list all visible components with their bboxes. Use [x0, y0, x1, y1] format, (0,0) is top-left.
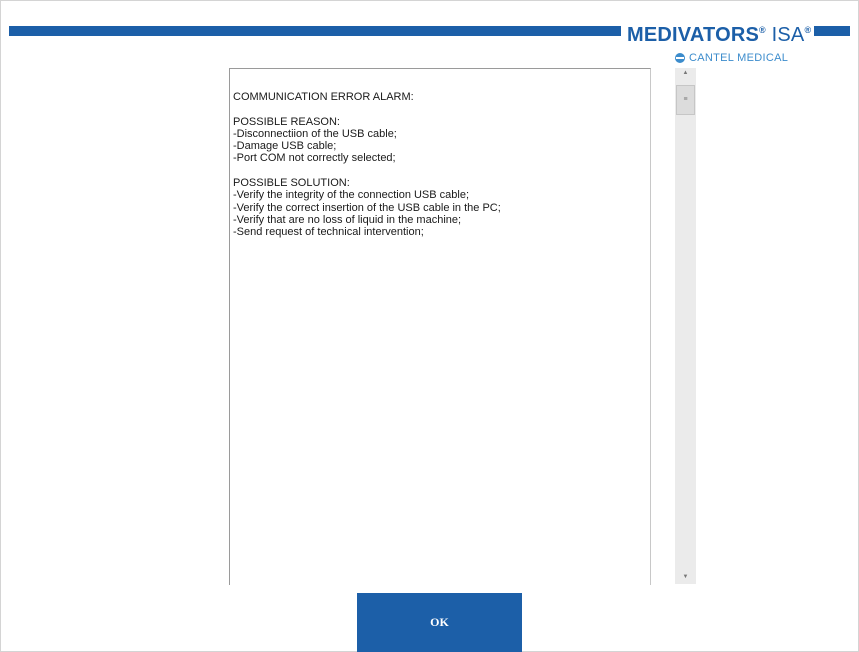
message-text-area[interactable]: COMMUNICATION ERROR ALARM: POSSIBLE REAS… — [229, 68, 651, 585]
message-scrollbar[interactable]: ▲ ≡ ▼ — [675, 68, 696, 584]
arrow-down-icon[interactable]: ▼ — [675, 572, 696, 582]
globe-icon — [675, 53, 685, 63]
sub-brand-name: CANTEL MEDICAL — [689, 52, 789, 64]
arrow-up-icon[interactable]: ▲ — [675, 68, 696, 78]
header-stripe-right — [814, 26, 850, 36]
brand-name: MEDIVATORS — [627, 24, 760, 46]
sub-brand-logo: CANTEL MEDICAL — [675, 52, 788, 64]
grip-icon: ≡ — [683, 96, 688, 103]
ok-button[interactable]: OK — [357, 593, 522, 652]
brand-suffix: ISA — [771, 24, 805, 46]
header-stripe-left — [9, 26, 621, 36]
brand-logo: MEDIVATORS® ISA® — [627, 19, 811, 46]
alarm-message: COMMUNICATION ERROR ALARM: POSSIBLE REAS… — [233, 91, 501, 239]
brand-suffix-reg-mark: ® — [804, 25, 812, 35]
scroll-thumb[interactable]: ≡ — [676, 85, 695, 115]
brand-reg-mark: ® — [759, 25, 766, 35]
